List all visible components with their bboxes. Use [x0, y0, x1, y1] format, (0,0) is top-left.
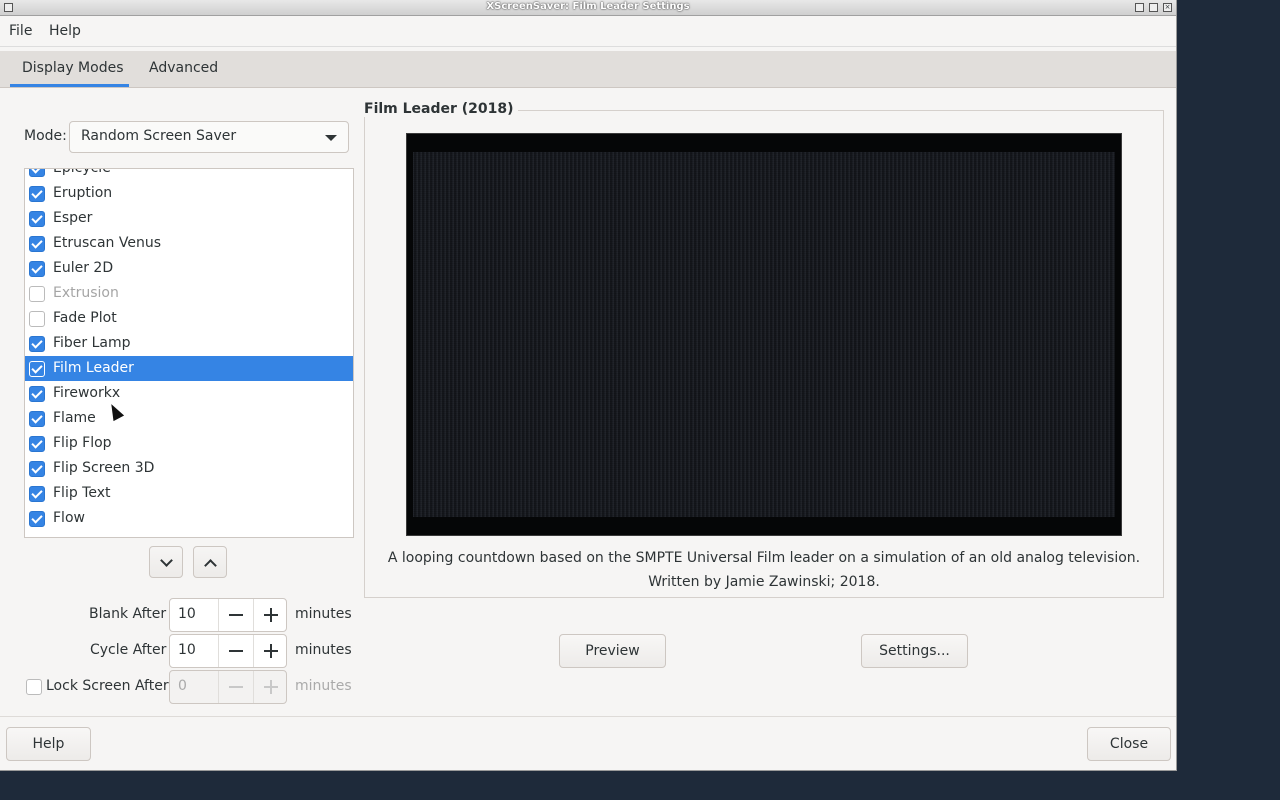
preview-author: Written by Jamie Zawinski; 2018.: [648, 574, 880, 590]
screensaver-list[interactable]: Epicycle Eruption Esper Etruscan Venus Euler…: [24, 168, 354, 538]
list-item-checkbox[interactable]: [29, 186, 45, 202]
blank-after-unit: minutes: [295, 606, 352, 622]
list-item-label: Flip Text: [53, 485, 111, 501]
blank-after-value[interactable]: 10: [178, 606, 196, 622]
decrement-button[interactable]: [218, 599, 253, 631]
list-item-checkbox[interactable]: [29, 511, 45, 527]
window-menu-icon[interactable]: [4, 3, 13, 12]
title-bar[interactable]: XScreenSaver: Film Leader Settings ×: [0, 0, 1176, 16]
list-item-label: Flame: [53, 410, 96, 426]
list-item-checkbox[interactable]: [29, 411, 45, 427]
chevron-down-icon: [160, 554, 173, 567]
lock-screen-label[interactable]: Lock Screen After: [46, 678, 169, 694]
mode-label: Mode:: [24, 128, 67, 144]
chevron-down-icon: [325, 135, 337, 141]
list-item-checkbox[interactable]: [29, 336, 45, 352]
preview-description: A looping countdown based on the SMPTE U…: [387, 550, 1141, 566]
move-up-button[interactable]: [193, 546, 227, 578]
preview-title: Film Leader (2018): [364, 101, 518, 117]
list-item-label: Epicycle: [53, 168, 111, 176]
list-item-checkbox[interactable]: [29, 436, 45, 452]
list-item[interactable]: Film Leader: [25, 356, 353, 381]
active-tab-indicator: [10, 84, 129, 87]
list-item-label: Esper: [53, 210, 93, 226]
decrement-button[interactable]: [218, 635, 253, 667]
help-button[interactable]: Help: [6, 727, 91, 761]
increment-button[interactable]: [253, 635, 288, 667]
tab-advanced[interactable]: Advanced: [149, 60, 218, 76]
list-item-checkbox[interactable]: [29, 386, 45, 402]
list-item[interactable]: Etruscan Venus: [25, 231, 353, 256]
cycle-after-unit: minutes: [295, 642, 352, 658]
lock-screen-checkbox[interactable]: [26, 679, 42, 695]
list-item-checkbox[interactable]: [29, 486, 45, 502]
list-item[interactable]: Extrusion: [25, 281, 353, 306]
list-item-label: Fireworkx: [53, 385, 121, 401]
preview-button[interactable]: Preview: [559, 634, 666, 668]
cycle-after-label: Cycle After: [90, 642, 167, 658]
list-item-checkbox[interactable]: [29, 236, 45, 252]
menu-bar: File Help: [0, 17, 1176, 47]
lock-after-value: 0: [178, 678, 187, 694]
list-item-label: Fade Plot: [53, 310, 117, 326]
list-item-label: Flip Flop: [53, 435, 112, 451]
list-item-label: Flip Screen 3D: [53, 460, 155, 476]
list-item[interactable]: Flip Screen 3D: [25, 456, 353, 481]
lock-after-unit: minutes: [295, 678, 352, 694]
blank-after-spinner[interactable]: 10: [169, 598, 287, 632]
list-item[interactable]: Euler 2D: [25, 256, 353, 281]
list-item-checkbox[interactable]: [29, 261, 45, 277]
list-item-label: Euler 2D: [53, 260, 114, 276]
list-item[interactable]: Esper: [25, 206, 353, 231]
increment-button: [253, 671, 288, 703]
cycle-after-value[interactable]: 10: [178, 642, 196, 658]
list-item-checkbox[interactable]: [29, 169, 45, 177]
increment-button[interactable]: [253, 599, 288, 631]
menu-help[interactable]: Help: [49, 23, 81, 39]
list-item[interactable]: Flip Flop: [25, 431, 353, 456]
blank-after-label: Blank After: [89, 606, 167, 622]
list-item-label: Film Leader: [53, 360, 134, 376]
close-button[interactable]: Close: [1087, 727, 1171, 761]
list-item-checkbox[interactable]: [29, 461, 45, 477]
list-item-label: Extrusion: [53, 285, 119, 301]
list-item-label: Eruption: [53, 185, 113, 201]
preview-screen: [406, 133, 1122, 536]
list-item-checkbox[interactable]: [29, 211, 45, 227]
settings-button[interactable]: Settings...: [861, 634, 968, 668]
list-item-checkbox[interactable]: [29, 286, 45, 302]
list-item[interactable]: Flow: [25, 506, 353, 531]
list-item-checkbox[interactable]: [29, 311, 45, 327]
menu-file[interactable]: File: [9, 23, 32, 39]
decrement-button: [218, 671, 253, 703]
screensaver-list-items: Epicycle Eruption Esper Etruscan Venus Euler…: [25, 168, 353, 531]
list-item-checkbox[interactable]: [29, 361, 45, 377]
list-item-label: Flow: [53, 510, 85, 526]
cycle-after-spinner[interactable]: 10: [169, 634, 287, 668]
tv-static: [413, 152, 1115, 517]
list-item-label: Fiber Lamp: [53, 335, 131, 351]
settings-window: XScreenSaver: Film Leader Settings × Fil…: [0, 0, 1177, 771]
minimize-icon[interactable]: [1135, 3, 1144, 12]
list-item[interactable]: Fiber Lamp: [25, 331, 353, 356]
tab-bar: Display Modes Advanced: [0, 51, 1176, 88]
close-window-icon[interactable]: ×: [1163, 3, 1172, 12]
list-item[interactable]: Flame: [25, 406, 353, 431]
chevron-up-icon: [204, 559, 217, 572]
list-item[interactable]: Fade Plot: [25, 306, 353, 331]
move-down-button[interactable]: [149, 546, 183, 578]
window-title: XScreenSaver: Film Leader Settings: [486, 1, 690, 12]
list-item[interactable]: Epicycle: [25, 168, 353, 181]
list-item[interactable]: Eruption: [25, 181, 353, 206]
list-item[interactable]: Flip Text: [25, 481, 353, 506]
list-item[interactable]: Fireworkx: [25, 381, 353, 406]
bottom-separator: [0, 716, 1176, 717]
list-item-label: Etruscan Venus: [53, 235, 162, 251]
mode-dropdown[interactable]: Random Screen Saver: [69, 121, 349, 153]
mode-value: Random Screen Saver: [81, 128, 237, 144]
tab-display-modes[interactable]: Display Modes: [22, 60, 124, 76]
maximize-icon[interactable]: [1149, 3, 1158, 12]
lock-after-spinner: 0: [169, 670, 287, 704]
